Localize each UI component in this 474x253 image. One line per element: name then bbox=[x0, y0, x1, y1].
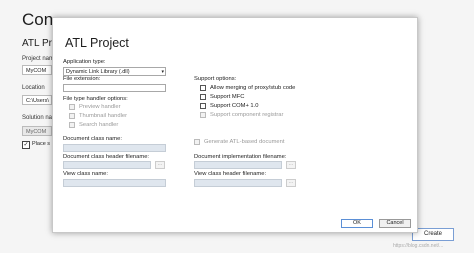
view-class-header-input[interactable] bbox=[194, 179, 282, 187]
allow-merging-proxy-checkbox[interactable] bbox=[200, 85, 206, 91]
thumbnail-handler-checkbox[interactable] bbox=[69, 113, 75, 119]
file-extension-input[interactable] bbox=[63, 84, 166, 92]
file-type-handler-label: File type handler options: bbox=[63, 96, 128, 102]
window-title: Con bbox=[22, 10, 54, 29]
ok-button[interactable]: OK bbox=[341, 219, 373, 228]
preview-handler-checkbox[interactable] bbox=[69, 104, 75, 110]
application-type-select[interactable]: Dynamic Link Library (.dll) ▾ bbox=[63, 67, 166, 76]
location-label: Location bbox=[22, 85, 45, 91]
atl-project-dialog: ATL Project Application type: Dynamic Li… bbox=[52, 17, 418, 233]
document-class-name-label: Document class name: bbox=[63, 136, 122, 142]
application-type-label: Application type: bbox=[63, 59, 106, 65]
place-in-same-dir-label: Place s bbox=[32, 141, 51, 147]
doc-class-header-browse-button[interactable]: ... bbox=[155, 161, 165, 169]
dialog-title: ATL Project bbox=[65, 36, 129, 50]
allow-merging-proxy-label: Allow merging of proxy/stub code bbox=[210, 85, 296, 91]
support-mfc-checkbox[interactable] bbox=[200, 94, 206, 100]
project-name-label: Project nam bbox=[22, 56, 55, 62]
watermark: https://blog.csdn.net/... bbox=[393, 243, 444, 249]
project-name-input[interactable]: MyCOM bbox=[22, 65, 52, 75]
chevron-down-icon: ▾ bbox=[161, 69, 164, 75]
file-extension-label: File extension: bbox=[63, 76, 101, 82]
doc-impl-filename-input[interactable] bbox=[194, 161, 282, 169]
search-handler-checkbox[interactable] bbox=[69, 122, 75, 128]
view-class-name-input[interactable] bbox=[63, 179, 166, 187]
support-options-label: Support options: bbox=[194, 76, 237, 82]
view-class-name-label: View class name: bbox=[63, 171, 108, 177]
doc-class-header-label: Document class header filename: bbox=[63, 154, 150, 160]
cancel-button[interactable]: Cancel bbox=[379, 219, 411, 228]
application-type-value: Dynamic Link Library (.dll) bbox=[66, 69, 130, 75]
doc-class-header-input[interactable] bbox=[63, 161, 151, 169]
generate-atl-document-checkbox[interactable] bbox=[194, 139, 200, 145]
view-class-header-label: View class header filename: bbox=[194, 171, 267, 177]
location-input[interactable]: C:\Users\ bbox=[22, 95, 52, 105]
support-component-registrar-checkbox[interactable] bbox=[200, 112, 206, 118]
generate-atl-document-label: Generate ATL-based document bbox=[204, 139, 285, 145]
solution-name-input[interactable]: MyCOM bbox=[22, 126, 52, 136]
document-class-name-input[interactable] bbox=[63, 144, 166, 152]
support-mfc-label: Support MFC bbox=[210, 94, 245, 100]
support-complus-checkbox[interactable] bbox=[200, 103, 206, 109]
doc-impl-filename-label: Document implementation filename: bbox=[194, 154, 287, 160]
create-button[interactable]: Create bbox=[412, 228, 454, 241]
thumbnail-handler-label: Thumbnail handler bbox=[79, 113, 128, 119]
preview-handler-label: Preview handler bbox=[79, 104, 121, 110]
doc-impl-filename-browse-button[interactable]: ... bbox=[286, 161, 296, 169]
support-complus-label: Support COM+ 1.0 bbox=[210, 103, 259, 109]
search-handler-label: Search handler bbox=[79, 122, 119, 128]
support-component-registrar-label: Support component registrar bbox=[210, 112, 284, 118]
place-in-same-dir-checkbox[interactable]: ✓ bbox=[22, 141, 30, 149]
view-class-header-browse-button[interactable]: ... bbox=[286, 179, 296, 187]
